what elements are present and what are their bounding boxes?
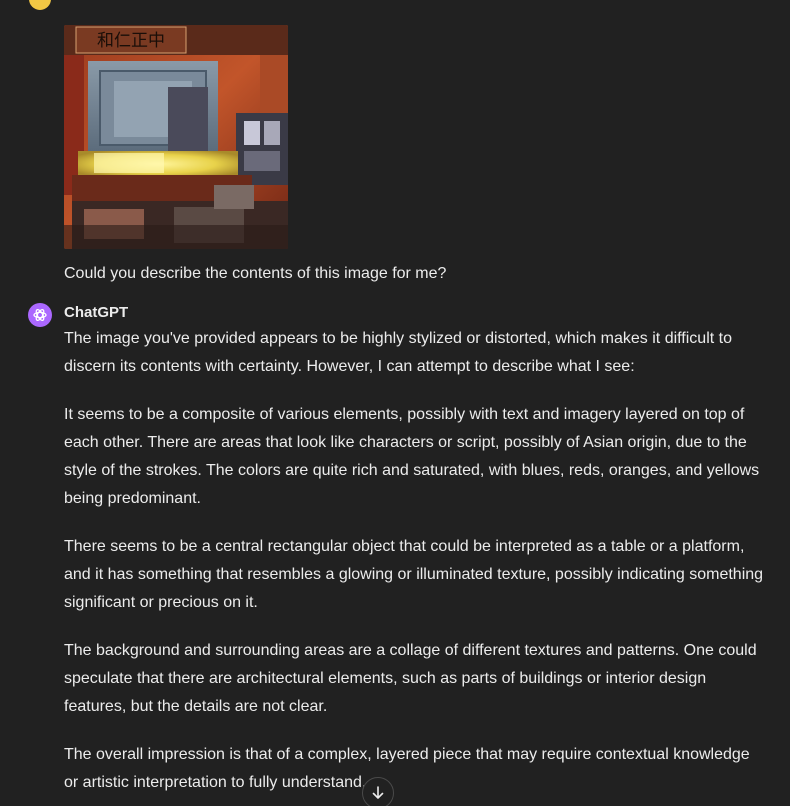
user-avatar xyxy=(29,0,51,10)
image-sign-text: 和仁正中 xyxy=(97,31,165,51)
attached-image[interactable]: 和仁正中 xyxy=(64,25,288,249)
assistant-paragraph: The image you've provided appears to be … xyxy=(64,330,732,375)
arrow-down-icon xyxy=(371,786,385,800)
assistant-paragraph: It seems to be a composite of various el… xyxy=(64,406,760,507)
scroll-down-button[interactable] xyxy=(362,777,394,806)
assistant-paragraph: The background and surrounding areas are… xyxy=(64,642,757,715)
assistant-name: ChatGPT xyxy=(64,304,129,321)
user-message: Could you describe the contents of this … xyxy=(64,265,447,282)
assistant-paragraph: The overall impression is that of a comp… xyxy=(64,746,750,791)
assistant-avatar xyxy=(28,303,52,327)
assistant-paragraph: There seems to be a central rectangular … xyxy=(64,538,764,611)
openai-logo-icon xyxy=(32,307,48,323)
assistant-message: The image you've provided appears to be … xyxy=(64,325,764,806)
